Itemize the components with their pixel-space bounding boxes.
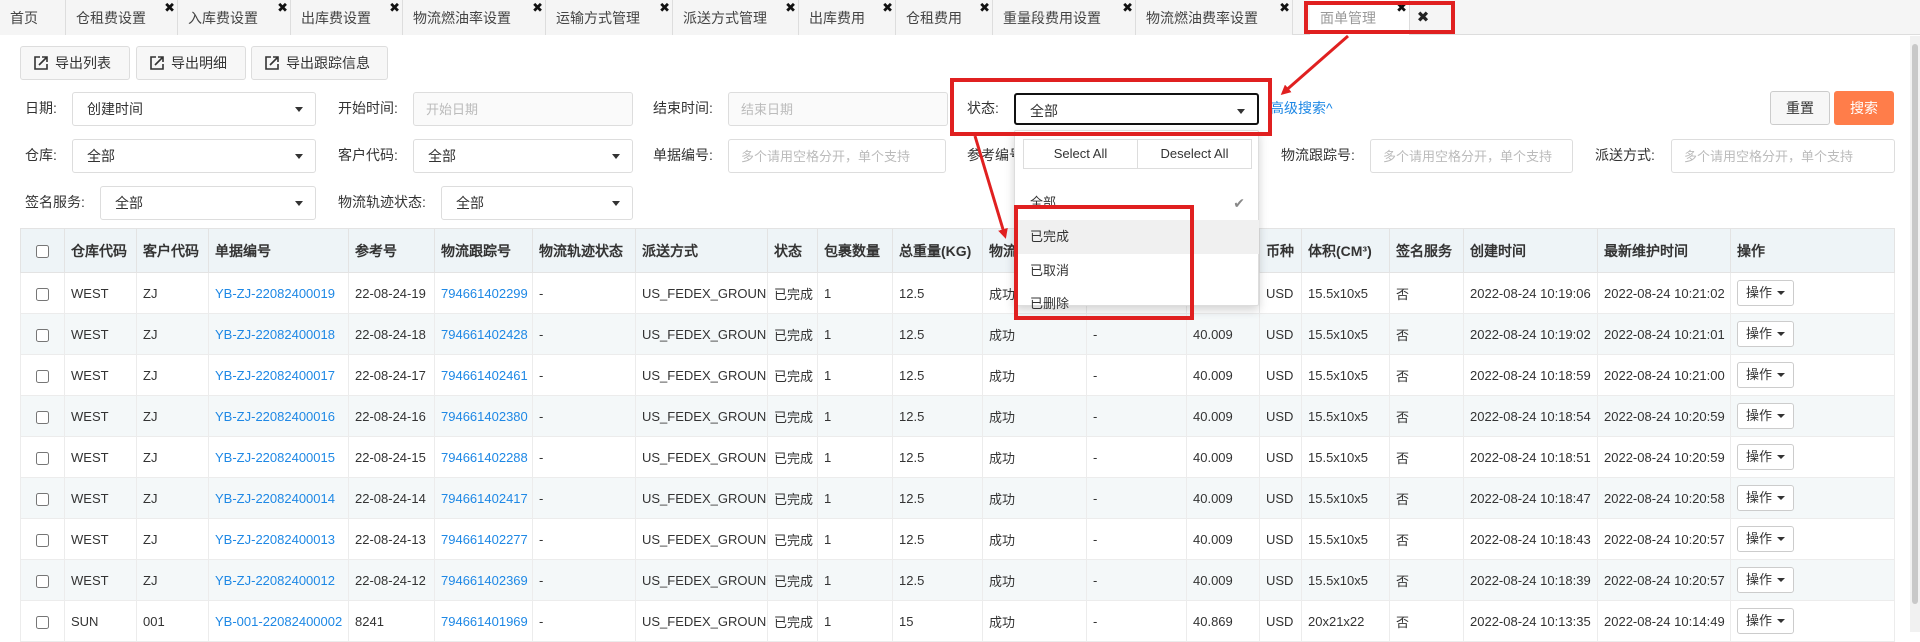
annotation-arrow — [1280, 34, 1349, 95]
annotation-arrow — [973, 135, 1008, 239]
vertical-scrollbar[interactable] — [1910, 36, 1920, 632]
scrollbar-thumb[interactable] — [1912, 44, 1918, 604]
annotation-arrows — [973, 34, 1349, 239]
